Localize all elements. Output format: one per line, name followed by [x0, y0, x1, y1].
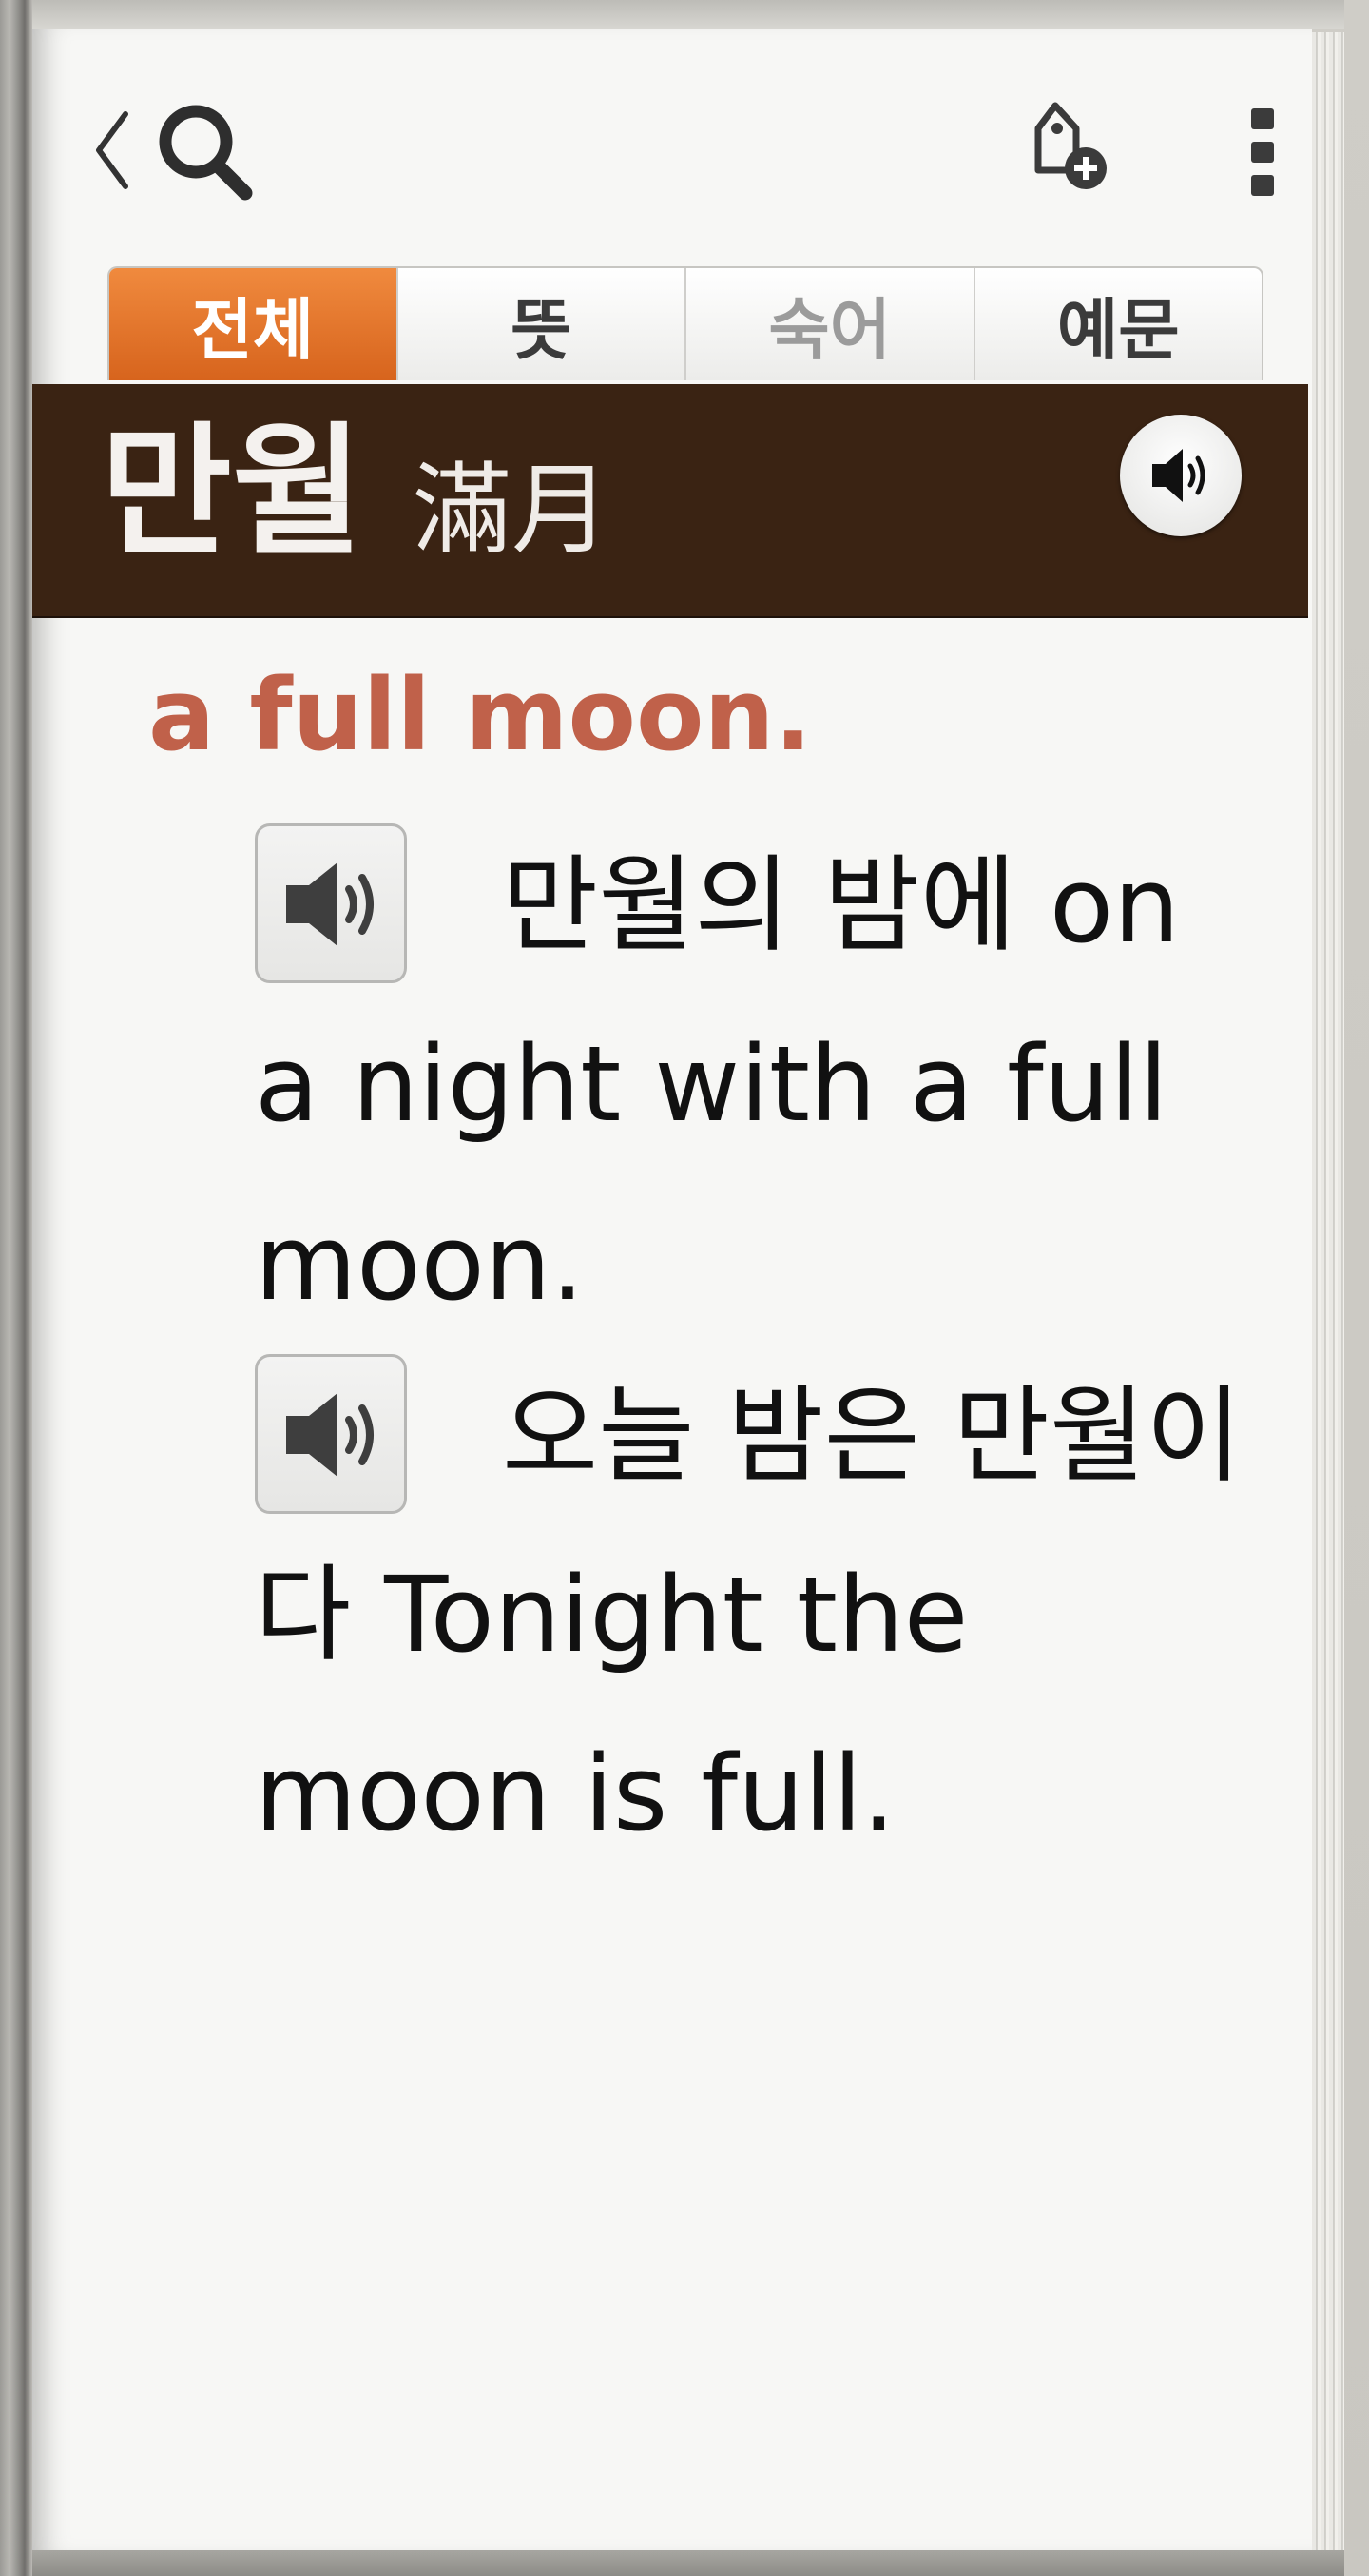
- book-page-edges: [1312, 32, 1344, 2550]
- book-top-edge: [32, 0, 1344, 29]
- headword: 만월: [101, 410, 364, 575]
- headword-hanja: 滿月: [413, 452, 611, 568]
- example-play-button[interactable]: [255, 1353, 407, 1514]
- device-frame: 전체 뜻 숙어 예문 만월 滿月 a full moon. 만월의 밤에 on …: [0, 0, 1369, 2576]
- tab-example[interactable]: 예문: [975, 268, 1263, 380]
- headword-pronounce-button[interactable]: [1120, 415, 1242, 536]
- speaker-icon: [286, 862, 374, 946]
- tab-meaning[interactable]: 뜻: [398, 268, 686, 380]
- chevron-left-icon[interactable]: [87, 105, 135, 196]
- entry-header: 만월 滿月: [32, 384, 1308, 618]
- more-vertical-icon[interactable]: [1245, 105, 1280, 200]
- speaker-icon: [286, 1392, 374, 1477]
- search-icon[interactable]: [152, 100, 257, 204]
- example-sentence: 만월의 밤에 on a night with a full moon.: [255, 816, 1272, 1352]
- book-binding: [0, 0, 32, 2576]
- tag-add-icon[interactable]: [1017, 100, 1112, 195]
- tab-idiom[interactable]: 숙어: [686, 268, 975, 380]
- section-tabs: 전체 뜻 숙어 예문: [107, 266, 1263, 380]
- definition-text: a full moon.: [148, 657, 812, 773]
- example-play-button[interactable]: [255, 823, 407, 983]
- tab-all[interactable]: 전체: [109, 268, 398, 380]
- speaker-icon: [1152, 449, 1205, 502]
- book-bottom-edge: [32, 2550, 1344, 2576]
- example-sentence: 오늘 밤은 만월이다 Tonight the moon is full.: [255, 1346, 1272, 1883]
